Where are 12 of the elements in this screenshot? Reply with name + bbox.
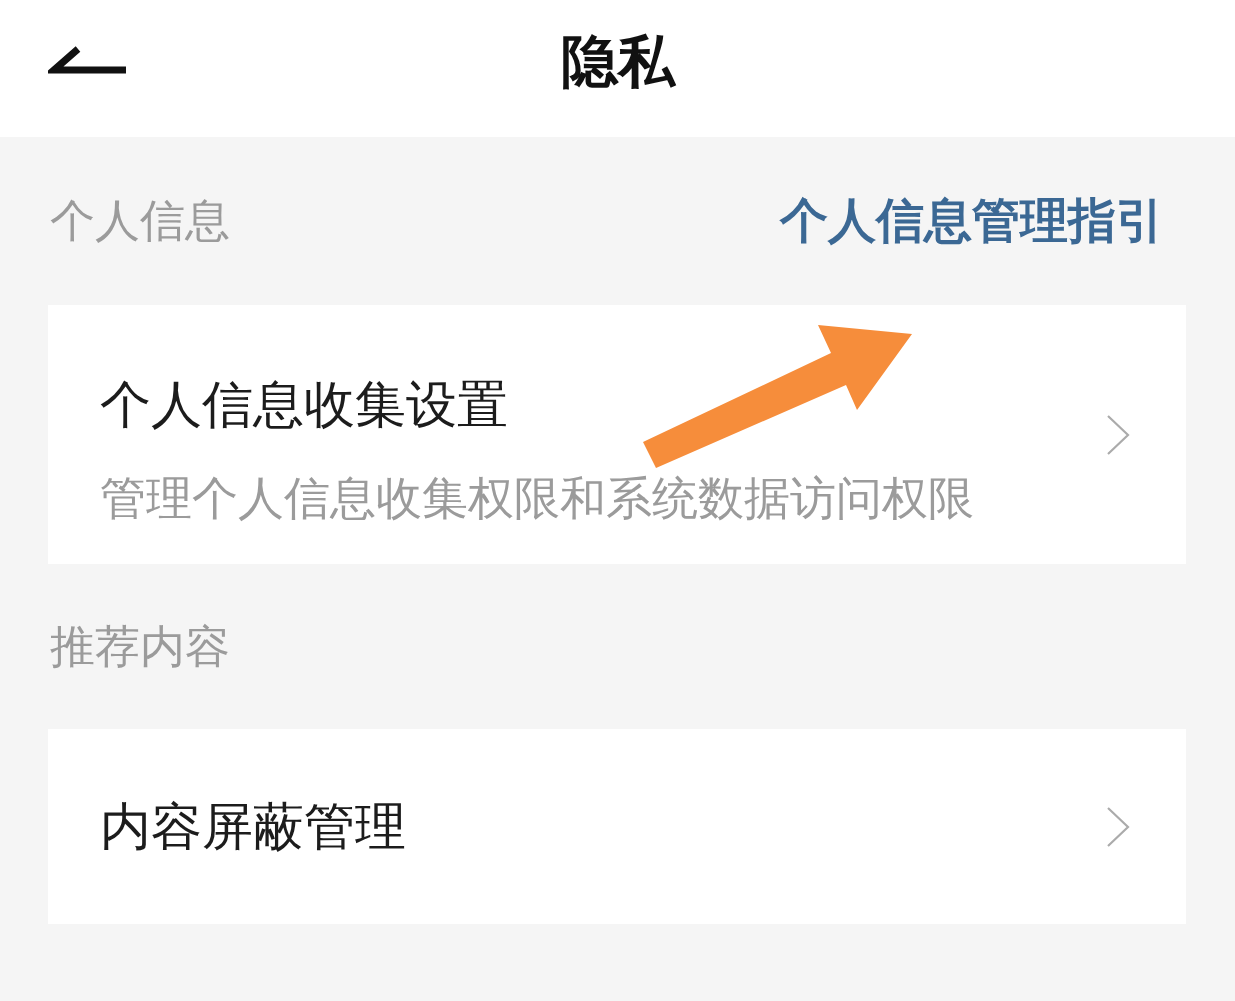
page-title: 隐私 <box>560 27 675 96</box>
item-title: 内容屏蔽管理 <box>100 795 406 858</box>
item-description: 管理个人信息收集权限和系统数据访问权限 <box>100 472 974 526</box>
chevron-right-icon <box>1106 414 1130 455</box>
section-heading: 推荐内容 <box>50 619 230 674</box>
section-heading: 个人信息 <box>50 194 230 248</box>
back-icon[interactable] <box>48 45 128 76</box>
item-title: 个人信息收集设置 <box>100 374 508 436</box>
guide-link[interactable]: 个人信息管理指引 <box>780 192 1164 250</box>
settings-list-item[interactable]: 内容屏蔽管理 <box>48 729 1186 924</box>
chevron-right-icon <box>1106 806 1130 847</box>
settings-list-item[interactable]: 个人信息收集设置 管理个人信息收集权限和系统数据访问权限 <box>48 305 1186 564</box>
